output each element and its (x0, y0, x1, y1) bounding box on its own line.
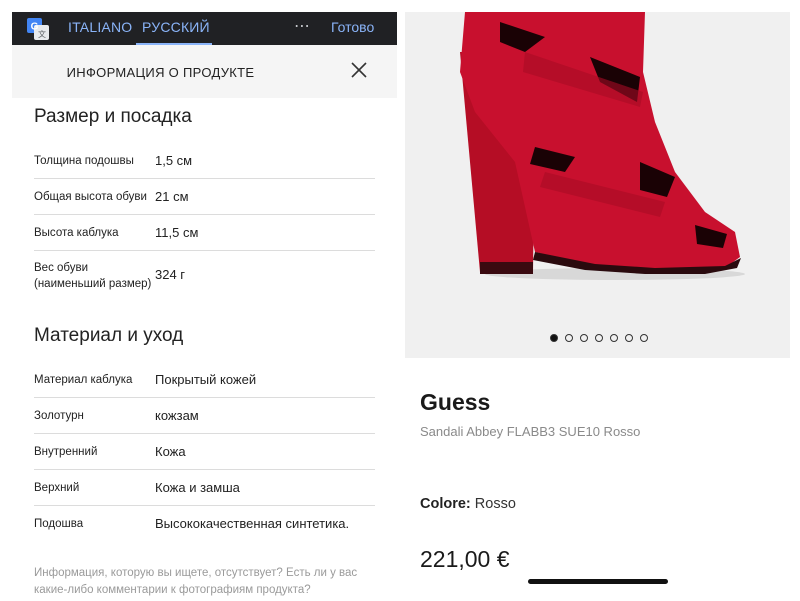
spec-row: Материал каблука Покрытый кожей (34, 362, 375, 398)
carousel-dot[interactable] (579, 334, 588, 342)
done-button[interactable]: Готово (331, 19, 374, 35)
carousel-dot[interactable] (609, 334, 618, 342)
red-suede-heel-sandal-image (460, 12, 745, 280)
spec-row: Верхний Кожа и замша (34, 470, 375, 506)
more-options-button[interactable]: ⋯ (294, 16, 311, 36)
product-color: Colore: Rosso (420, 496, 516, 512)
spec-value: 1,5 см (155, 153, 193, 168)
translate-toolbar: G 文 ITALIANO РУССКИЙ ⋯ Готово (12, 12, 397, 45)
spec-value: Высококачественная синтетика. (155, 516, 350, 531)
google-translate-icon[interactable]: G 文 (27, 18, 49, 40)
carousel-dot[interactable] (564, 334, 573, 342)
missing-info-footnote: Информация, которую вы ищете, отсутствуе… (34, 567, 358, 596)
spec-row: Вес обуви (наименьший размер) 324 г (34, 251, 375, 301)
color-value: Rosso (474, 496, 516, 512)
product-model: Sandali Abbey FLABB3 SUE10 Rosso (420, 424, 641, 439)
spec-value: Кожа (155, 444, 186, 459)
carousel-dots (405, 334, 790, 342)
spec-row: Высота каблука 11,5 см (34, 215, 375, 251)
spec-row: Золотурн кожзам (34, 398, 375, 434)
spec-row: Подошва Высококачественная синтетика. (34, 506, 375, 542)
spec-label: Общая высота обуви (34, 191, 147, 203)
carousel-dot[interactable] (639, 334, 648, 342)
carousel-dot[interactable] (549, 334, 558, 342)
size-section-title: Размер и посадка (34, 106, 192, 127)
spec-row: Толщина подошвы 1,5 см (34, 143, 375, 179)
spec-label: Внутренний (34, 446, 98, 458)
spec-value: 11,5 см (155, 225, 199, 240)
spec-label: Вес обуви (наименьший размер) (34, 262, 152, 290)
spec-label: Верхний (34, 482, 80, 494)
product-brand[interactable]: Guess (420, 389, 490, 416)
color-label: Colore: (420, 496, 471, 512)
spec-value: Покрытый кожей (155, 372, 257, 387)
tab-language-italian[interactable]: ITALIANO (68, 19, 132, 35)
spec-label: Подошва (34, 518, 84, 530)
spec-label: Материал каблука (34, 374, 133, 386)
product-image-carousel[interactable] (405, 12, 790, 358)
spec-label: Золотурн (34, 410, 84, 422)
spec-value: 324 г (155, 267, 186, 282)
spec-value: кожзам (155, 408, 199, 423)
home-indicator[interactable] (528, 579, 668, 584)
spec-value: Кожа и замша (155, 480, 240, 495)
spec-row: Внутренний Кожа (34, 434, 375, 470)
carousel-dot[interactable] (594, 334, 603, 342)
product-price: 221,00 € (420, 546, 510, 572)
tab-language-russian[interactable]: РУССКИЙ (142, 19, 210, 35)
material-section-title: Материал и уход (34, 325, 184, 346)
carousel-dot[interactable] (624, 334, 633, 342)
svg-text:文: 文 (38, 29, 46, 39)
page-title: ИНФОРМАЦИЯ О ПРОДУКТЕ (66, 65, 255, 80)
close-icon[interactable] (350, 61, 368, 79)
spec-row: Общая высота обуви 21 см (34, 179, 375, 215)
spec-value: 21 см (155, 189, 189, 204)
spec-label: Высота каблука (34, 227, 119, 239)
product-info-panel: G 文 ITALIANO РУССКИЙ ⋯ Готово ИНФОРМАЦИЯ… (12, 12, 397, 601)
spec-label: Толщина подошвы (34, 155, 134, 167)
info-header: ИНФОРМАЦИЯ О ПРОДУКТЕ (12, 45, 397, 98)
